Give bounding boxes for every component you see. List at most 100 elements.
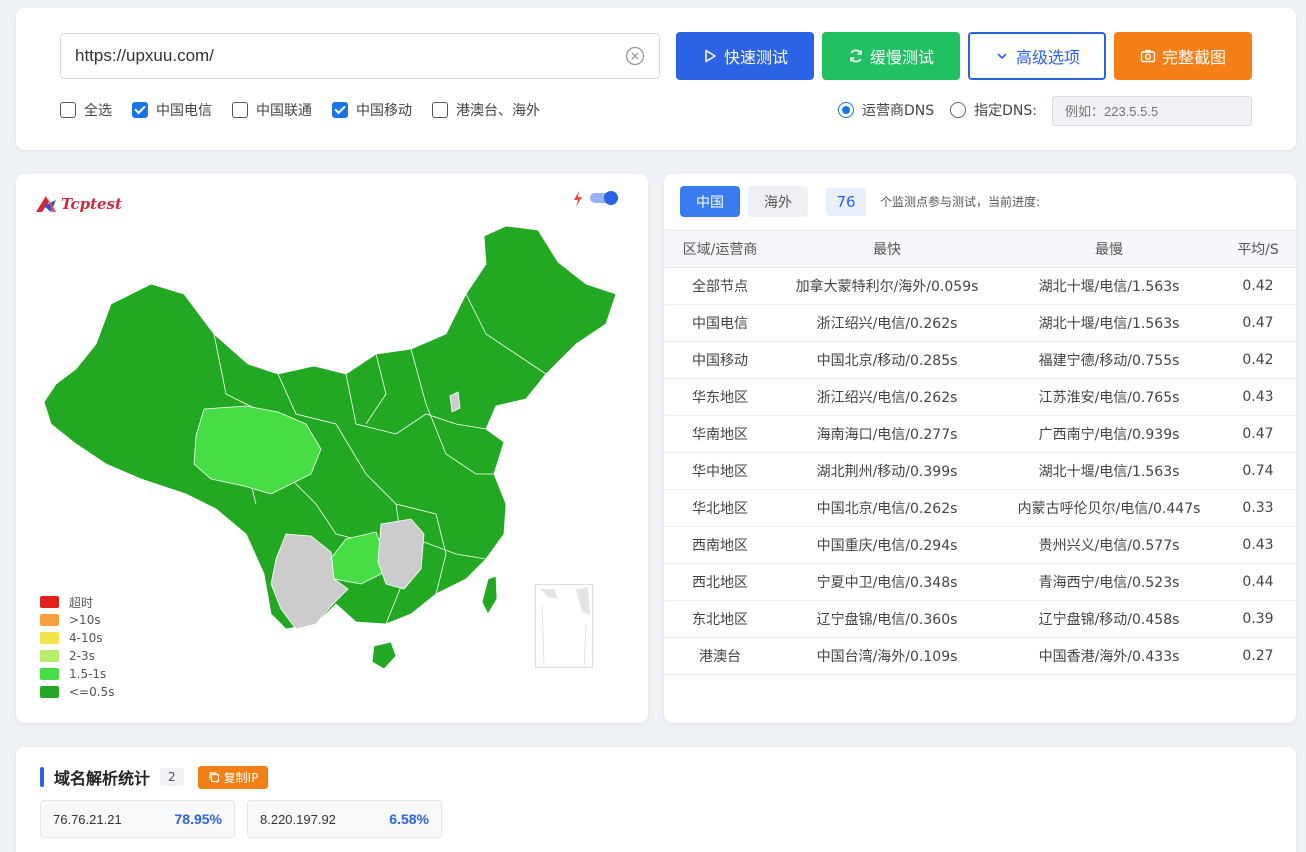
map-region-hainan[interactable] xyxy=(371,641,397,670)
legend-item: 超时 xyxy=(40,593,114,611)
tab-overseas[interactable]: 海外 xyxy=(748,186,808,217)
checkbox[interactable] xyxy=(60,102,76,118)
legend-label: 超时 xyxy=(69,595,94,610)
table-cell: 辽宁盘锦/电信/0.360s xyxy=(776,600,998,638)
table-row: 中国移动 中国北京/移动/0.285s 福建宁德/移动/0.755s 0.42 xyxy=(664,341,1296,379)
table-cell: 湖北荆州/移动/0.399s xyxy=(776,452,998,490)
url-input[interactable] xyxy=(75,46,625,66)
filter-label: 全选 xyxy=(84,103,112,119)
ip-count-badge: 2 xyxy=(160,768,184,786)
table-row: 华南地区 海南海口/电信/0.277s 广西南宁/电信/0.939s 0.47 xyxy=(664,415,1296,453)
checkbox[interactable] xyxy=(432,102,448,118)
table-cell: 0.43 xyxy=(1220,526,1296,564)
dns-resolution-panel: 域名解析统计 2 复制IP 76.76.21.21 78.95% 8.220.1… xyxy=(16,747,1296,852)
advanced-options-label: 高级选项 xyxy=(1015,48,1080,67)
map-region-taiwan[interactable] xyxy=(481,575,498,615)
url-input-box[interactable] xyxy=(60,33,660,79)
table-cell: 内蒙古呼伦贝尔/电信/0.447s xyxy=(998,489,1220,527)
slow-test-button[interactable]: 缓慢测试 xyxy=(822,32,960,80)
legend-item: 2-3s xyxy=(40,647,114,665)
checkbox[interactable] xyxy=(132,102,148,118)
filter-select-all[interactable]: 全选 xyxy=(60,100,112,120)
table-cell: 0.42 xyxy=(1220,267,1296,305)
table-cell: 东北地区 xyxy=(664,600,776,638)
legend-swatch xyxy=(40,614,59,626)
legend-swatch xyxy=(40,668,59,680)
table-cell: 中国台湾/海外/0.109s xyxy=(776,637,998,675)
section-title: 域名解析统计 xyxy=(54,771,151,788)
section-header: 域名解析统计 2 复制IP xyxy=(40,765,269,789)
isp-filter-group: 全选 中国电信 中国联通 中国移动 港澳台、海外 xyxy=(60,100,560,120)
column-header: 区域/运营商 xyxy=(664,230,776,268)
table-cell: 辽宁盘锦/移动/0.458s xyxy=(998,600,1220,638)
table-cell: 华南地区 xyxy=(664,415,776,453)
table-cell: 加拿大蒙特利尔/海外/0.059s xyxy=(776,267,998,305)
ip-address: 8.220.197.92 xyxy=(260,811,336,827)
full-screenshot-label: 完整截图 xyxy=(1161,48,1226,67)
checkbox[interactable] xyxy=(232,102,248,118)
table-cell: 湖北十堰/电信/1.563s xyxy=(998,452,1220,490)
fast-test-button[interactable]: 快速测试 xyxy=(676,32,814,80)
checkbox[interactable] xyxy=(332,102,348,118)
south-china-sea-inset xyxy=(535,584,593,668)
map-legend: 超时 >10s 4-10s 2-3s 1.5-1s <=0.5s xyxy=(40,593,114,701)
ip-address: 76.76.21.21 xyxy=(53,811,122,827)
column-header: 最快 xyxy=(776,230,998,268)
tab-china[interactable]: 中国 xyxy=(680,186,740,217)
legend-label: 2-3s xyxy=(69,649,95,663)
filter-hk-overseas[interactable]: 港澳台、海外 xyxy=(432,100,540,120)
legend-swatch xyxy=(40,686,59,698)
custom-dns-label: 指定DNS: xyxy=(974,103,1037,119)
legend-label: >10s xyxy=(69,613,101,627)
full-screenshot-button[interactable]: 完整截图 xyxy=(1114,32,1252,80)
table-cell: 中国重庆/电信/0.294s xyxy=(776,526,998,564)
isp-dns-label: 运营商DNS xyxy=(862,103,935,119)
radio-isp-dns[interactable] xyxy=(838,102,854,118)
map-panel: Tcptest 超时 >10s 4-10s 2-3s 1.5-1s <=0.5s xyxy=(16,174,648,723)
table-cell: 全部节点 xyxy=(664,267,776,305)
copy-ip-button[interactable]: 复制IP xyxy=(197,765,269,789)
filter-telecom[interactable]: 中国电信 xyxy=(132,100,212,120)
table-cell: 0.43 xyxy=(1220,378,1296,416)
advanced-options-button[interactable]: 高级选项 xyxy=(968,32,1106,80)
table-cell: 港澳台 xyxy=(664,637,776,675)
copy-icon xyxy=(209,772,219,783)
table-cell: 中国电信 xyxy=(664,304,776,342)
filter-label: 中国移动 xyxy=(356,103,412,119)
legend-item: >10s xyxy=(40,611,114,629)
clear-icon[interactable] xyxy=(625,46,645,66)
radio-custom-dns[interactable] xyxy=(950,102,967,118)
table-cell: 浙江绍兴/电信/0.262s xyxy=(776,304,998,342)
ip-stat-item[interactable]: 76.76.21.21 78.95% xyxy=(40,800,235,838)
table-cell: 0.47 xyxy=(1220,415,1296,453)
filter-mobile[interactable]: 中国移动 xyxy=(332,100,412,120)
legend-item: 4-10s xyxy=(40,629,114,647)
filter-unicom[interactable]: 中国联通 xyxy=(232,100,312,120)
ip-stat-item[interactable]: 8.220.197.92 6.58% xyxy=(247,800,442,838)
column-header: 最慢 xyxy=(998,230,1220,268)
map-region-tianjin[interactable] xyxy=(449,391,461,413)
table-cell: 华东地区 xyxy=(664,378,776,416)
table-cell: 西南地区 xyxy=(664,526,776,564)
filter-label: 中国电信 xyxy=(156,103,212,119)
table-cell: 0.27 xyxy=(1220,637,1296,675)
table-cell: 贵州兴义/电信/0.577s xyxy=(998,526,1220,564)
dns-input[interactable] xyxy=(1052,96,1252,126)
legend-item: <=0.5s xyxy=(40,683,114,701)
dns-option-group: 运营商DNS 指定DNS: xyxy=(838,100,1037,120)
table-row: 华北地区 中国北京/电信/0.262s 内蒙古呼伦贝尔/电信/0.447s 0.33 xyxy=(664,489,1296,527)
legend-swatch xyxy=(40,596,59,608)
table-row: 东北地区 辽宁盘锦/电信/0.360s 辽宁盘锦/移动/0.458s 0.39 xyxy=(664,600,1296,638)
ip-percentage: 6.58% xyxy=(389,811,429,827)
table-row: 港澳台 中国台湾/海外/0.109s 中国香港/海外/0.433s 0.27 xyxy=(664,637,1296,675)
table-cell: 0.44 xyxy=(1220,563,1296,601)
table-header-row: 区域/运营商 最快 最慢 平均/S xyxy=(664,230,1296,268)
table-cell: 0.39 xyxy=(1220,600,1296,638)
chevron-down-icon xyxy=(997,53,1007,60)
table-cell: 华中地区 xyxy=(664,452,776,490)
ip-percentage: 78.95% xyxy=(174,811,222,827)
region-tabs: 中国 海外 76 个监测点参与测试，当前进度: xyxy=(680,186,1040,217)
camera-icon xyxy=(1140,49,1156,63)
inset-map xyxy=(540,587,590,668)
table-cell: 0.74 xyxy=(1220,452,1296,490)
